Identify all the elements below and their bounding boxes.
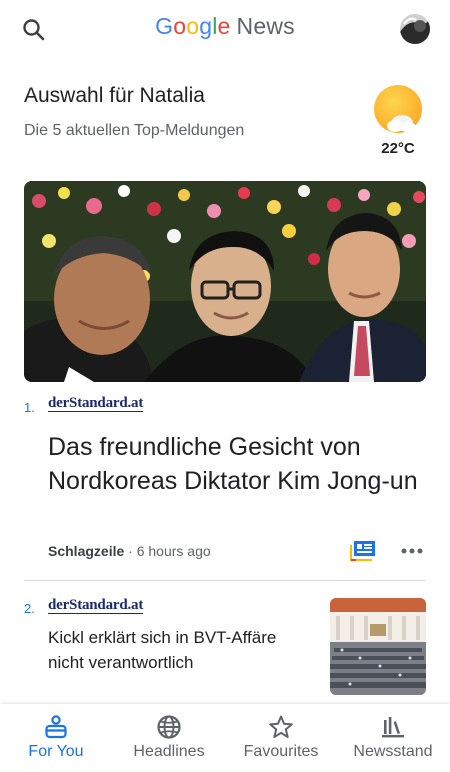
weather-widget[interactable]: 22°C [370, 84, 426, 157]
full-coverage-icon [350, 541, 375, 561]
newsstand-icon [382, 717, 404, 738]
story-2-source-label: derStandard.at [48, 597, 144, 614]
briefing-subtitle: Die 5 aktuellen Top-Meldungen [24, 122, 245, 139]
story-1-image[interactable] [24, 181, 426, 382]
nav-for-you[interactable]: For You [18, 704, 94, 772]
google-news-logo: Google News [155, 13, 295, 39]
story-2-headline[interactable]: Kickl erklärt sich in BVT-Affäre nicht v… [48, 625, 308, 675]
story-1-meta: Schlagzeile · 6 hours ago [48, 543, 211, 559]
meta-separator: · [128, 543, 133, 559]
nav-favourites[interactable]: Favourites [236, 704, 326, 772]
account-avatar[interactable] [400, 14, 430, 44]
nav-label-for-you: For You [28, 743, 84, 760]
story-1-source-label: derStandard.at [48, 395, 144, 412]
more-options-button[interactable] [398, 540, 426, 562]
nav-label-newsstand: Newsstand [353, 743, 433, 760]
parliament-photo [330, 598, 426, 695]
nav-label-favourites: Favourites [243, 743, 319, 760]
bottom-navigation: For You Headlines Favourites Newsstand [0, 704, 450, 772]
story-2-thumbnail[interactable] [330, 598, 426, 695]
globe-icon [157, 715, 181, 739]
story-1-source[interactable]: derStandard.at [48, 395, 143, 412]
news-photo [24, 181, 426, 382]
for-you-icon [45, 715, 67, 739]
story-1-headline[interactable]: Das freundliche Gesicht von Nordkoreas D… [48, 430, 428, 498]
story-2-source[interactable]: derStandard.at [48, 597, 143, 614]
partly-sunny-icon [374, 85, 422, 133]
briefing-header: Auswahl für Natalia Die 5 aktuellen Top-… [24, 84, 364, 140]
nav-newsstand[interactable]: Newsstand [346, 704, 440, 772]
story-divider [24, 580, 426, 581]
full-coverage-button[interactable] [350, 540, 376, 562]
more-horiz-icon [401, 548, 423, 554]
avatar-image [400, 14, 430, 44]
nav-headlines[interactable]: Headlines [124, 704, 214, 772]
temperature-label: 22°C [381, 140, 415, 157]
nav-label-headlines: Headlines [133, 743, 205, 760]
story-1-timestamp: 6 hours ago [136, 543, 211, 559]
story-2-rank: 2. [24, 601, 35, 616]
story-1-rank: 1. [24, 400, 35, 415]
briefing-title: Auswahl für Natalia [24, 84, 205, 107]
story-1-category: Schlagzeile [48, 543, 125, 559]
star-icon [269, 715, 293, 738]
top-app-bar: Google News [0, 0, 450, 58]
